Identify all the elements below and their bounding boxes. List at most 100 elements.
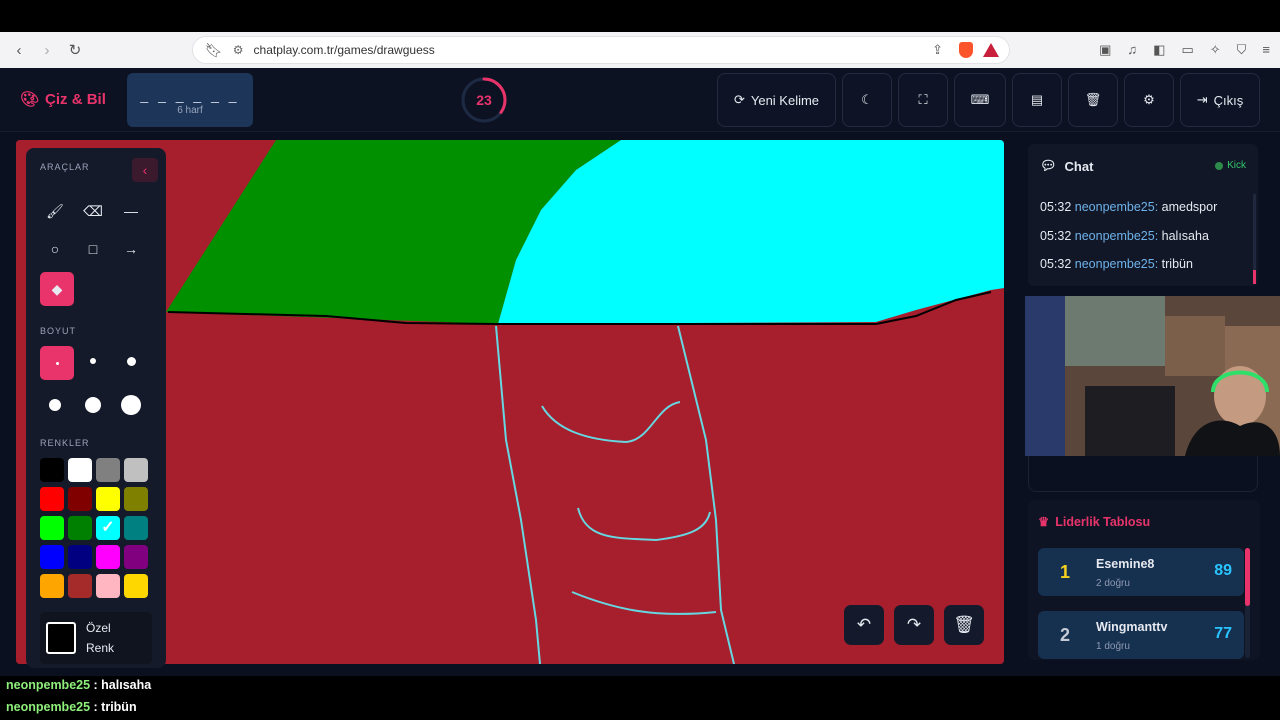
color-swatch[interactable] [96,487,120,511]
color-swatch[interactable] [40,574,64,598]
brush-tool[interactable]: 🖌︎ [40,196,70,226]
sidebar-icon[interactable]: ◧ [1153,42,1165,58]
color-swatch[interactable] [40,458,64,482]
color-swatch[interactable] [124,487,148,511]
new-word-button[interactable]: ⟳ Yeni Kelime [717,73,836,127]
leaderboard-row[interactable]: 1 Esemine8 2 doğru 89 [1038,548,1244,596]
colors-title: RENKLER [40,438,90,448]
fill-tool[interactable]: ◆ [40,272,74,306]
size-6[interactable] [116,390,146,420]
delete-button[interactable]: 🗑︎ [1068,73,1118,127]
color-swatch[interactable] [68,574,92,598]
color-swatch[interactable] [68,516,92,540]
brave-shield-icon[interactable] [959,42,973,58]
color-swatch[interactable] [96,545,120,569]
size-title: BOYUT [40,326,77,336]
new-word-label: Yeni Kelime [750,92,820,108]
size-3[interactable] [116,346,146,376]
word-hint-box: _ _ _ _ _ _ 6 harf [127,73,253,127]
color-swatch[interactable] [96,516,120,540]
color-swatch[interactable] [124,545,148,569]
color-swatch[interactable] [40,545,64,569]
forward-icon[interactable]: › [40,42,54,59]
clear-canvas-button[interactable]: 🗑︎ [944,605,984,645]
stream-chat-user: neonpembe25 [6,700,91,714]
message-time: 05:32 [1040,229,1072,243]
leaderboard-row[interactable]: 2 Wingmanttv 1 doğru 77 [1038,611,1244,659]
leaderboard-title: Liderlik Tablosu [1055,514,1151,529]
color-swatch[interactable] [68,487,92,511]
undo-button[interactable]: ↶ [844,605,884,645]
back-icon[interactable]: ‹ [12,42,26,59]
logo-text: Çiz & Bil [45,90,106,108]
tool-panel: ARAÇLAR ‹ 🖌︎ ⌫ — ○ □ → ◆ BOYUT RENKLER Ö… [26,148,166,668]
vpn-icon[interactable]: ⛉ [1237,42,1247,58]
size-4[interactable] [40,390,70,420]
player-name: Wingmanttv [1096,620,1168,634]
timer-value: 23 [476,92,492,108]
custom-color-button[interactable]: Özel Renk [40,612,152,664]
stream-chat-text: halısaha [101,678,152,692]
color-swatch[interactable] [96,574,120,598]
stream-chat-user: neonpembe25 [6,678,91,692]
leaderboard-scrollbar[interactable] [1245,548,1250,658]
size-2[interactable] [78,346,108,376]
settings-button[interactable]: ⚙︎ [1124,73,1174,127]
size-dot-icon [90,358,96,364]
chat-scrollbar[interactable] [1253,194,1256,284]
platform-label: Kick [1227,160,1246,171]
size-1[interactable] [40,346,74,380]
stream-chat-text: tribün [101,700,137,714]
reload-icon[interactable]: ↻ [68,41,82,59]
color-swatch[interactable] [124,458,148,482]
color-swatch[interactable] [96,458,120,482]
reader-icon[interactable]: ▣ [1099,42,1111,58]
arrow-tool[interactable]: → [116,234,146,264]
archive-button[interactable]: ▤ [1012,73,1062,127]
color-swatch[interactable] [124,574,148,598]
leaderboard-header: ♛ Liderlik Tablosu [1038,514,1151,530]
fullscreen-button[interactable]: ⛶ [898,73,948,127]
circle-tool[interactable]: ○ [40,234,70,264]
rectangle-tool[interactable]: □ [78,234,108,264]
color-swatch[interactable] [68,545,92,569]
player-points: 77 [1214,625,1232,642]
player-correct: 1 doğru [1096,641,1130,652]
undo-icon: ↶ [856,615,872,634]
music-icon[interactable]: ♫ [1127,42,1137,58]
stream-chat-line: neonpembe25 : halısaha [6,678,152,692]
square-icon: □ [88,241,98,257]
redo-button[interactable]: ↷ [894,605,934,645]
address-bar[interactable]: 🔖︎ ⚙︎ chatplay.com.tr/games/drawguess ⇪ [192,36,1010,64]
ai-icon[interactable]: ✧ [1210,42,1221,58]
collapse-panel-button[interactable]: ‹ [132,158,158,182]
message-time: 05:32 [1040,257,1072,271]
bookmark-icon[interactable]: 🔖︎ [205,42,223,59]
archive-icon: ▤ [1030,92,1044,107]
color-swatch[interactable] [40,487,64,511]
menu-icon[interactable]: ≡ [1262,42,1270,58]
refresh-icon: ⟳ [733,92,745,107]
chat-panel: 💬︎ Chat Kick 05:32 neonpembe25: amedspor… [1028,144,1258,286]
game-header: 🎨︎ Çiz & Bil _ _ _ _ _ _ 6 harf 23 ⟳ Yen… [0,68,1280,132]
moon-icon: ☾ [861,92,873,107]
wallet-icon[interactable]: ▭ [1181,42,1193,58]
eraser-tool[interactable]: ⌫ [78,196,108,226]
color-swatch[interactable] [40,516,64,540]
leaderboard-panel: ♛ Liderlik Tablosu 1 Esemine8 2 doğru 89… [1028,500,1260,660]
color-swatch[interactable] [68,458,92,482]
keyboard-button[interactable]: ⌨ [954,73,1006,127]
rewards-icon[interactable] [983,43,999,57]
exit-button[interactable]: ⇥ Çıkış [1180,73,1260,127]
player-correct: 2 doğru [1096,578,1130,589]
dark-mode-button[interactable]: ☾ [842,73,892,127]
size-dot-icon [126,356,136,366]
app-logo[interactable]: 🎨︎ Çiz & Bil [20,90,106,109]
exit-label: Çıkış [1213,92,1244,108]
size-5[interactable] [78,390,108,420]
site-info-icon[interactable]: ⚙︎ [233,43,244,57]
line-icon: — [124,203,138,219]
share-icon[interactable]: ⇪ [932,42,943,58]
line-tool[interactable]: — [116,196,146,226]
color-swatch[interactable] [124,516,148,540]
